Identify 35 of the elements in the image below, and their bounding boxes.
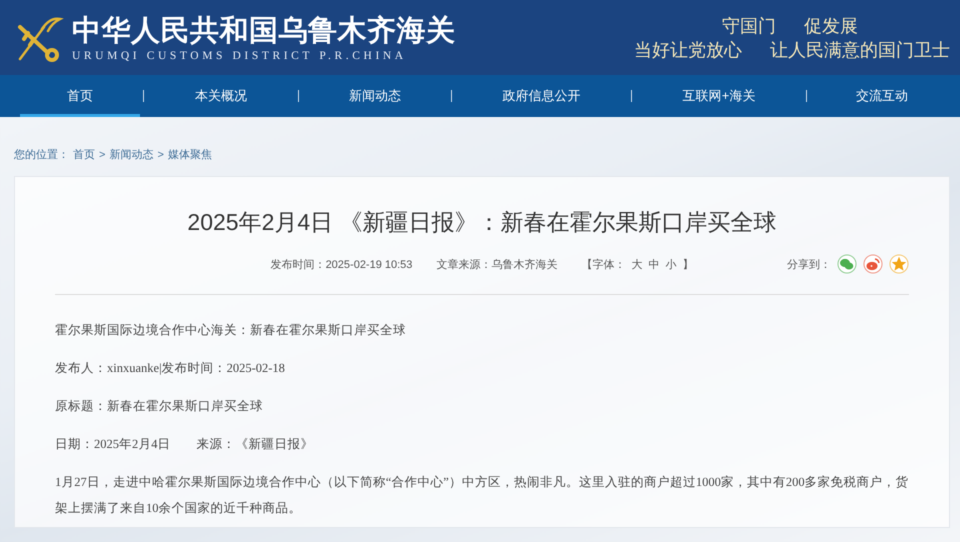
nav-tab[interactable]: 互联网+海关 bbox=[633, 75, 805, 117]
share-label: 分享到： bbox=[787, 258, 831, 272]
wechat-icon[interactable] bbox=[837, 254, 857, 274]
slogan-text: 当好让党放心 bbox=[634, 38, 742, 60]
article-paragraph: 发布人：xinxuanke|发布时间：2025-02-18 bbox=[55, 360, 286, 377]
breadcrumb-separator: > bbox=[99, 148, 106, 160]
nav-tab[interactable]: 政府信息公开 bbox=[453, 75, 630, 117]
star-icon[interactable] bbox=[889, 254, 909, 274]
article-paragraph: 霍尔果斯国际边境合作中心海关：新春在霍尔果斯口岸买全球 bbox=[55, 322, 407, 339]
font-size-link[interactable]: 中 bbox=[648, 256, 660, 272]
nav-tab[interactable]: 交流互动 bbox=[808, 75, 956, 117]
breadcrumb-link[interactable]: 首页 bbox=[73, 147, 95, 162]
bracket-text: 】 bbox=[682, 258, 694, 272]
nav-tab[interactable]: 新闻动态 bbox=[300, 75, 450, 117]
article-paragraph: 1月27日，走进中哈霍尔果斯国际边境合作中心（以下简称“合作中心”）中方区，热闹非凡。这里入驻的商户超过1000家，其中有200多家免税商户，货架上摆满了来自10余个国家的近千种商品。 bbox=[55, 474, 909, 517]
nav-tab[interactable]: 本关概况 bbox=[145, 75, 297, 117]
site-title: 中华人民共和国乌鲁木齐海关 bbox=[72, 14, 456, 48]
font-size-label: 【字体： bbox=[581, 258, 626, 272]
article-title: 2025年2月4日 《新疆日报》：新春在霍尔果斯口岸买全球 bbox=[186, 208, 778, 237]
breadcrumb-link[interactable]: 媒体聚焦 bbox=[168, 147, 212, 162]
weibo-icon[interactable] bbox=[863, 254, 883, 274]
article-paragraph: 原标题：新春在霍尔果斯口岸买全球 bbox=[55, 398, 264, 415]
nav-tab[interactable]: 首页 bbox=[20, 75, 140, 117]
slogan-text: 守国门 bbox=[722, 14, 776, 36]
breadcrumb-separator: > bbox=[157, 148, 164, 160]
slogan-text: 让人民满意的国门卫士 bbox=[770, 38, 950, 60]
article-source: 文章来源：乌鲁木齐海关 bbox=[436, 258, 558, 272]
article-paragraph: 日期：2025年2月4日 来源：《新疆日报》 bbox=[55, 436, 314, 453]
font-size-link[interactable]: 大 bbox=[631, 256, 642, 272]
breadcrumb-label: 您的位置： bbox=[14, 148, 69, 162]
font-size-link[interactable]: 小 bbox=[665, 256, 676, 272]
site-subtitle: URUMQI CUSTOMS DISTRICT P.R.CHINA bbox=[72, 50, 408, 62]
slogan-text: 促发展 bbox=[804, 14, 858, 36]
publish-time: 发布时间：2025-02-19 10:53 bbox=[270, 258, 412, 272]
breadcrumb-link[interactable]: 新闻动态 bbox=[109, 147, 154, 162]
